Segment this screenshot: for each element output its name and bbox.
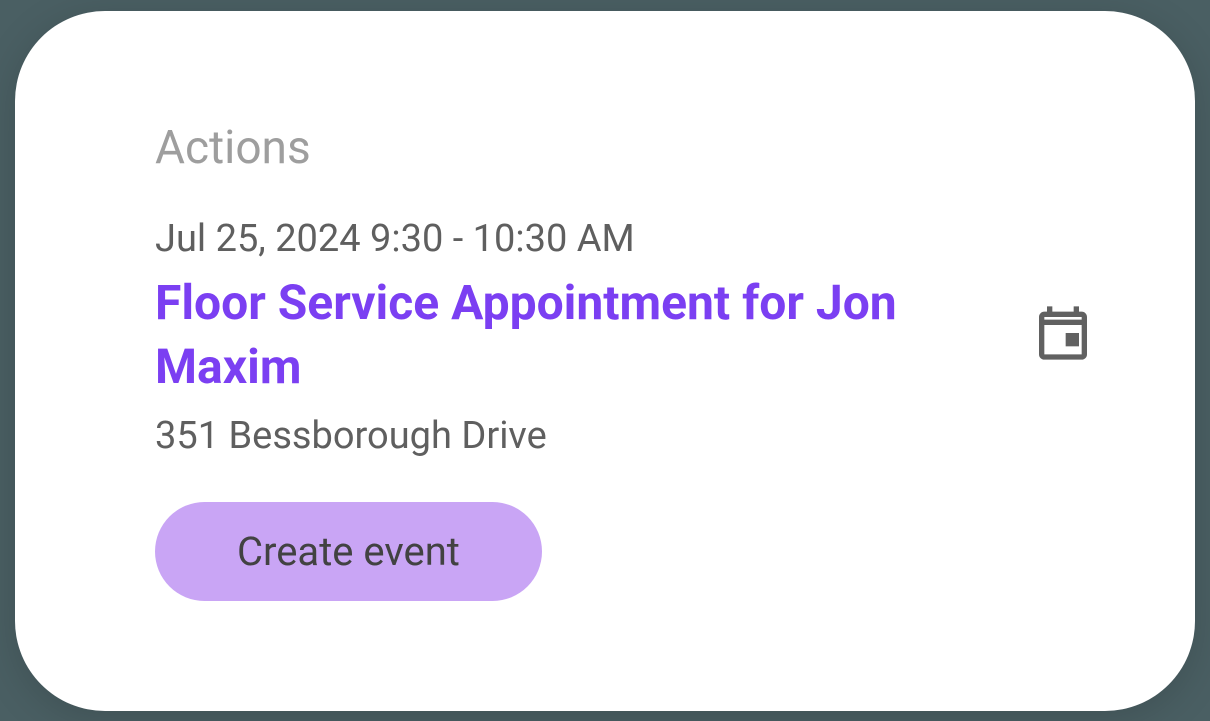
section-heading: Actions	[155, 121, 1095, 175]
event-row: Jul 25, 2024 9:30 - 10:30 AM Floor Servi…	[155, 217, 1095, 602]
event-datetime: Jul 25, 2024 9:30 - 10:30 AM	[155, 217, 975, 261]
actions-card: Actions Jul 25, 2024 9:30 - 10:30 AM Flo…	[15, 11, 1195, 711]
event-title[interactable]: Floor Service Appointment for Jon Maxim	[155, 271, 975, 401]
event-location: 351 Bessborough Drive	[155, 414, 975, 458]
calendar-icon	[1031, 301, 1095, 365]
calendar-icon-wrap	[1031, 301, 1095, 365]
event-details: Jul 25, 2024 9:30 - 10:30 AM Floor Servi…	[155, 217, 975, 602]
create-event-button[interactable]: Create event	[155, 502, 542, 601]
